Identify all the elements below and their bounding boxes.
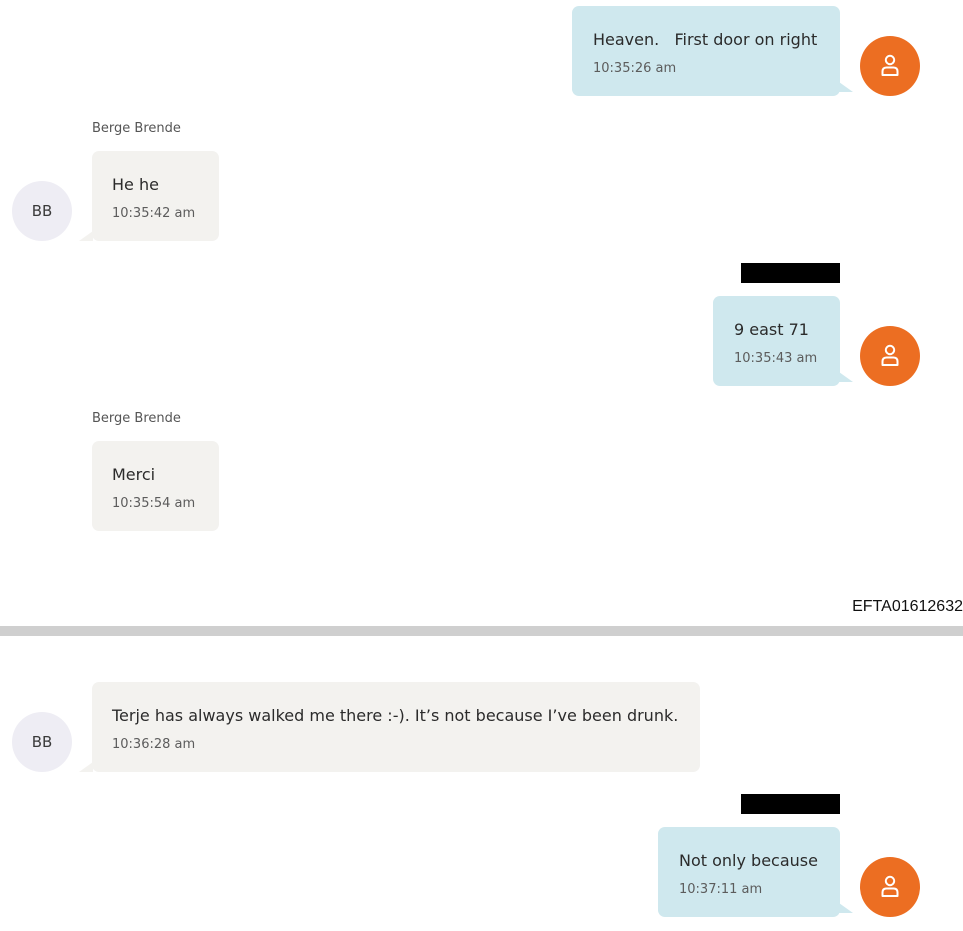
message-bubble-outgoing: 9 east 71 10:35:43 am bbox=[713, 296, 840, 386]
message-timestamp: 10:35:43 am bbox=[734, 351, 818, 366]
bubble-tail bbox=[79, 231, 93, 241]
redaction-bar bbox=[741, 263, 840, 283]
sender-name: Berge Brende bbox=[92, 411, 181, 426]
document-id: EFTA01612632 bbox=[852, 598, 963, 615]
person-outline-icon bbox=[881, 875, 899, 897]
contact-avatar[interactable]: BB bbox=[12, 181, 72, 241]
user-avatar[interactable] bbox=[860, 857, 920, 917]
message-text: Heaven. First door on right bbox=[593, 30, 818, 49]
sender-name: Berge Brende bbox=[92, 121, 181, 136]
message-bubble-incoming: Terje has always walked me there :-). It… bbox=[92, 682, 700, 772]
page-divider bbox=[0, 626, 963, 636]
user-avatar[interactable] bbox=[860, 326, 920, 386]
message-timestamp: 10:36:28 am bbox=[112, 737, 196, 752]
bubble-tail bbox=[839, 372, 853, 382]
message-text: 9 east 71 bbox=[734, 320, 809, 339]
message-text: Not only because bbox=[679, 851, 818, 870]
contact-avatar[interactable]: BB bbox=[12, 712, 72, 772]
bubble-tail bbox=[839, 903, 853, 913]
message-timestamp: 10:37:11 am bbox=[679, 882, 763, 897]
redaction-bar bbox=[741, 794, 840, 814]
message-bubble-outgoing: Heaven. First door on right 10:35:26 am bbox=[572, 6, 840, 96]
message-text: Merci bbox=[112, 465, 156, 484]
message-bubble-outgoing: Not only because 10:37:11 am bbox=[658, 827, 840, 917]
message-text: He he bbox=[112, 175, 159, 194]
person-outline-icon bbox=[881, 54, 899, 76]
message-text: Terje has always walked me there :-). It… bbox=[112, 706, 679, 725]
message-timestamp: 10:35:42 am bbox=[112, 206, 196, 221]
message-timestamp: 10:35:54 am bbox=[112, 496, 196, 511]
message-bubble-incoming: He he 10:35:42 am bbox=[92, 151, 219, 241]
user-avatar[interactable] bbox=[860, 36, 920, 96]
message-bubble-incoming: Merci 10:35:54 am bbox=[92, 441, 219, 531]
person-outline-icon bbox=[881, 344, 899, 366]
bubble-tail bbox=[839, 82, 853, 92]
bubble-tail bbox=[79, 762, 93, 772]
message-timestamp: 10:35:26 am bbox=[593, 61, 677, 76]
